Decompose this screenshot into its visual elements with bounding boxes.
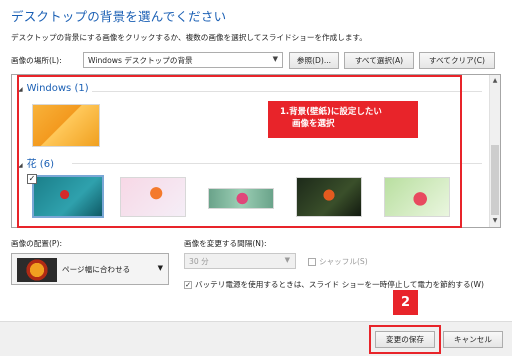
location-row: 画像の場所(L): Windows デスクトップの背景 ▼ 参照(D)... す… [11,52,501,69]
clear-all-button[interactable]: すべてクリア(C) [419,52,495,69]
position-dropdown[interactable]: ページ幅に合わせる ▼ [11,253,169,285]
annotation-highlight-gallery [17,75,462,228]
select-all-button[interactable]: すべて選択(A) [344,52,414,69]
dialog-title: デスクトップの背景を選んでください [11,9,227,24]
scroll-down-icon[interactable]: ▼ [490,216,500,226]
location-label: 画像の場所(L): [11,56,62,65]
scroll-up-icon[interactable]: ▲ [490,76,500,86]
checkbox-icon [308,258,316,266]
dialog-description: デスクトップの背景にする画像をクリックするか、複数の画像を選択してスライドショー… [11,33,367,42]
location-dropdown[interactable]: Windows デスクトップの背景 ▼ [83,52,283,68]
position-label: 画像の配置(P): [11,239,63,248]
browse-button[interactable]: 参照(D)... [289,52,339,69]
annotation-step-badge: 2 [393,290,418,315]
interval-value: 30 分 [189,257,209,266]
scrollbar-thumb[interactable] [491,145,499,215]
interval-dropdown[interactable]: 30 分 ▼ [184,253,296,269]
annotation-callout: 1.背景(壁紙)に設定したい 画像を選択 [268,101,418,138]
gallery-scrollbar[interactable]: ▲ ▼ [489,75,500,227]
chevron-down-icon: ▼ [157,264,163,272]
battery-checkbox[interactable]: ✓ バッテリ電源を使用するときは、スライド ショーを一時停止して電力を節約する(W… [184,279,484,290]
chevron-down-icon: ▼ [284,256,290,264]
position-value: ページ幅に合わせる [62,265,131,274]
position-preview-image [17,258,57,282]
checkbox-checked-icon: ✓ [184,281,192,289]
location-value: Windows デスクトップの背景 [88,56,193,65]
chevron-down-icon: ▼ [272,55,278,63]
shuffle-checkbox[interactable]: シャッフル(S) [308,256,368,267]
cancel-button[interactable]: キャンセル [443,331,503,348]
annotation-highlight-save [369,325,441,354]
interval-label: 画像を変更する間隔(N): [184,239,267,248]
